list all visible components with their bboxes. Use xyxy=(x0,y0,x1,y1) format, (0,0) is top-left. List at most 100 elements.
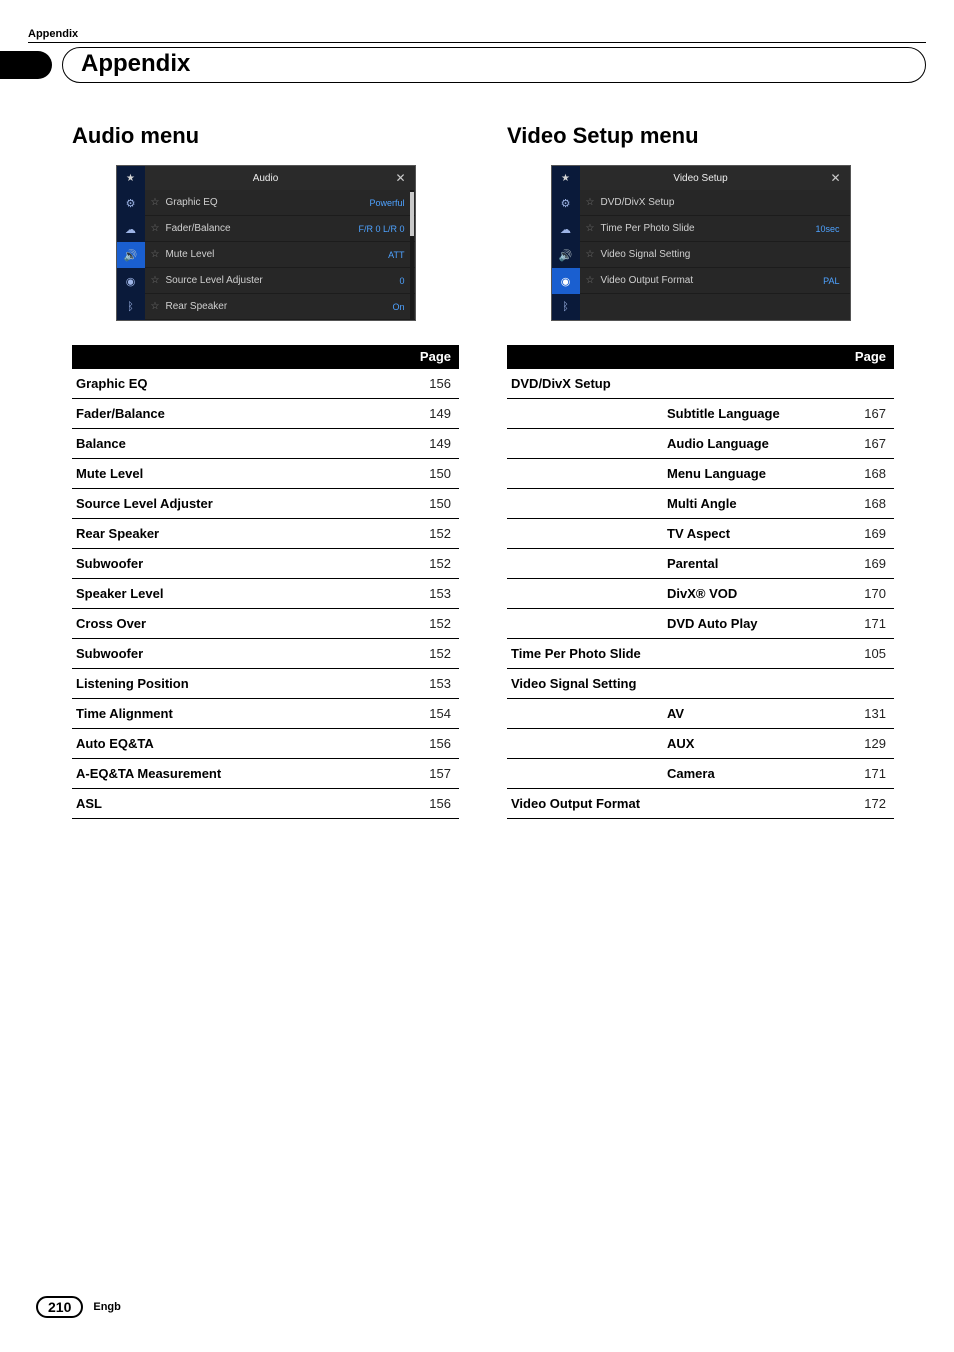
index-label: Graphic EQ xyxy=(72,369,403,399)
menu-row-value: 10sec xyxy=(815,224,839,234)
index-page: 169 xyxy=(838,549,894,579)
sidebar-item[interactable]: ☁ xyxy=(117,216,145,242)
video-setup-screenshot: ★ Video Setup ✕ ⚙☁🔊◉ᛒ ☆ DVD/DivX Setup ☆ Ti… xyxy=(551,165,851,321)
menu-row-label: DVD/DivX Setup xyxy=(600,197,839,208)
sidebar-item[interactable]: ᛒ xyxy=(117,294,145,320)
sidebar-item[interactable]: ⚙ xyxy=(552,190,580,216)
device-title: Video Setup xyxy=(580,166,822,190)
menu-row-label: Mute Level xyxy=(165,249,388,260)
menu-row-value: F/R 0 L/R 0 xyxy=(358,224,404,234)
menu-row[interactable]: ☆ Time Per Photo Slide10sec xyxy=(580,216,850,242)
index-group: DVD/DivX Setup xyxy=(507,369,894,399)
sidebar-item[interactable]: 🔊 xyxy=(117,242,145,268)
audio-index-table: Page Graphic EQ156Fader/Balance149Balanc… xyxy=(72,345,459,819)
index-page: 154 xyxy=(403,699,459,729)
sidebar-item[interactable]: ☁ xyxy=(552,216,580,242)
index-label: A-EQ&TA Measurement xyxy=(72,759,403,789)
index-sub-label: Menu Language xyxy=(507,459,838,489)
favorite-star-icon: ☆ xyxy=(151,223,160,234)
page-number-badge: 210 xyxy=(36,1296,83,1318)
page-col-header: Page xyxy=(403,345,459,369)
index-page: 167 xyxy=(838,429,894,459)
menu-row-label: Graphic EQ xyxy=(165,197,369,208)
index-page: 152 xyxy=(403,609,459,639)
index-page: 150 xyxy=(403,459,459,489)
sidebar-item[interactable]: ◉ xyxy=(117,268,145,294)
index-page: 150 xyxy=(403,489,459,519)
menu-row-label: Fader/Balance xyxy=(165,223,358,234)
menu-row-value: 0 xyxy=(399,276,404,286)
index-sub-label: AV xyxy=(507,699,838,729)
index-page: 153 xyxy=(403,669,459,699)
audio-menu-screenshot: ★ Audio ✕ ⚙☁🔊◉ᛒ ☆ Graphic EQPowerful ☆ Fade… xyxy=(116,165,416,321)
favorite-star-icon: ☆ xyxy=(151,275,160,286)
index-sub-label: DVD Auto Play xyxy=(507,609,838,639)
index-page: 149 xyxy=(403,399,459,429)
menu-row[interactable]: ☆Rear SpeakerOn xyxy=(145,294,415,320)
menu-row[interactable]: ☆ Fader/BalanceF/R 0 L/R 0 xyxy=(145,216,415,242)
index-label: Time Alignment xyxy=(72,699,403,729)
index-label: Rear Speaker xyxy=(72,519,403,549)
menu-row-label: Source Level Adjuster xyxy=(165,275,399,286)
video-setup-heading: Video Setup menu xyxy=(507,123,894,149)
favorite-star-icon: ☆ xyxy=(151,249,160,260)
video-index-table: Page DVD/DivX SetupSubtitle Language167A… xyxy=(507,345,894,819)
language-label: Engb xyxy=(93,1301,121,1313)
index-page: 152 xyxy=(403,549,459,579)
index-label: Auto EQ&TA xyxy=(72,729,403,759)
page-title: Appendix xyxy=(62,47,926,83)
index-page: 172 xyxy=(838,789,894,819)
menu-row[interactable]: ☆Video Output FormatPAL xyxy=(580,268,850,294)
index-page: 105 xyxy=(838,639,894,669)
scrollbar[interactable] xyxy=(410,190,414,320)
menu-row-value: PAL xyxy=(823,276,839,286)
index-page: 152 xyxy=(403,519,459,549)
menu-row-value: ATT xyxy=(388,250,404,260)
index-label: ASL xyxy=(72,789,403,819)
index-page: 170 xyxy=(838,579,894,609)
index-page: 156 xyxy=(403,789,459,819)
device-title: Audio xyxy=(145,166,387,190)
close-icon[interactable]: ✕ xyxy=(822,166,850,190)
star-icon: ★ xyxy=(117,166,145,190)
index-page: 156 xyxy=(403,369,459,399)
index-page: 131 xyxy=(838,699,894,729)
index-label: Cross Over xyxy=(72,609,403,639)
index-label: Balance xyxy=(72,429,403,459)
menu-row-label: Rear Speaker xyxy=(165,301,392,312)
index-page: 171 xyxy=(838,759,894,789)
star-icon: ★ xyxy=(552,166,580,190)
page-col-header: Page xyxy=(838,345,894,369)
menu-row[interactable]: ☆Video Signal Setting xyxy=(580,242,850,268)
index-label: Source Level Adjuster xyxy=(72,489,403,519)
index-page: 129 xyxy=(838,729,894,759)
section-small-label: Appendix xyxy=(28,28,926,43)
index-page: 152 xyxy=(403,639,459,669)
index-label: Subwoofer xyxy=(72,549,403,579)
index-page: 168 xyxy=(838,459,894,489)
menu-row-value: On xyxy=(392,302,404,312)
index-sub-label: TV Aspect xyxy=(507,519,838,549)
menu-row[interactable]: ☆ Graphic EQPowerful xyxy=(145,190,415,216)
sidebar-item[interactable]: 🔊 xyxy=(552,242,580,268)
title-tab xyxy=(0,51,52,79)
index-page: 171 xyxy=(838,609,894,639)
favorite-star-icon: ☆ xyxy=(151,197,160,208)
menu-row-label: Time Per Photo Slide xyxy=(600,223,815,234)
favorite-star-icon: ☆ xyxy=(586,223,595,234)
sidebar-item[interactable]: ᛒ xyxy=(552,294,580,320)
favorite-star-icon: ☆ xyxy=(586,197,595,208)
index-sub-label: DivX® VOD xyxy=(507,579,838,609)
menu-row-value: Powerful xyxy=(369,198,404,208)
menu-row[interactable]: ☆ DVD/DivX Setup xyxy=(580,190,850,216)
menu-row[interactable]: ☆ Source Level Adjuster0 xyxy=(145,268,415,294)
index-group: Video Signal Setting xyxy=(507,669,894,699)
close-icon[interactable]: ✕ xyxy=(387,166,415,190)
menu-row[interactable]: ☆ Mute LevelATT xyxy=(145,242,415,268)
sidebar-item[interactable]: ◉ xyxy=(552,268,580,294)
sidebar-item[interactable]: ⚙ xyxy=(117,190,145,216)
index-label: Time Per Photo Slide xyxy=(507,639,838,669)
index-label: Listening Position xyxy=(72,669,403,699)
index-page: 149 xyxy=(403,429,459,459)
favorite-star-icon: ☆ xyxy=(586,275,595,286)
